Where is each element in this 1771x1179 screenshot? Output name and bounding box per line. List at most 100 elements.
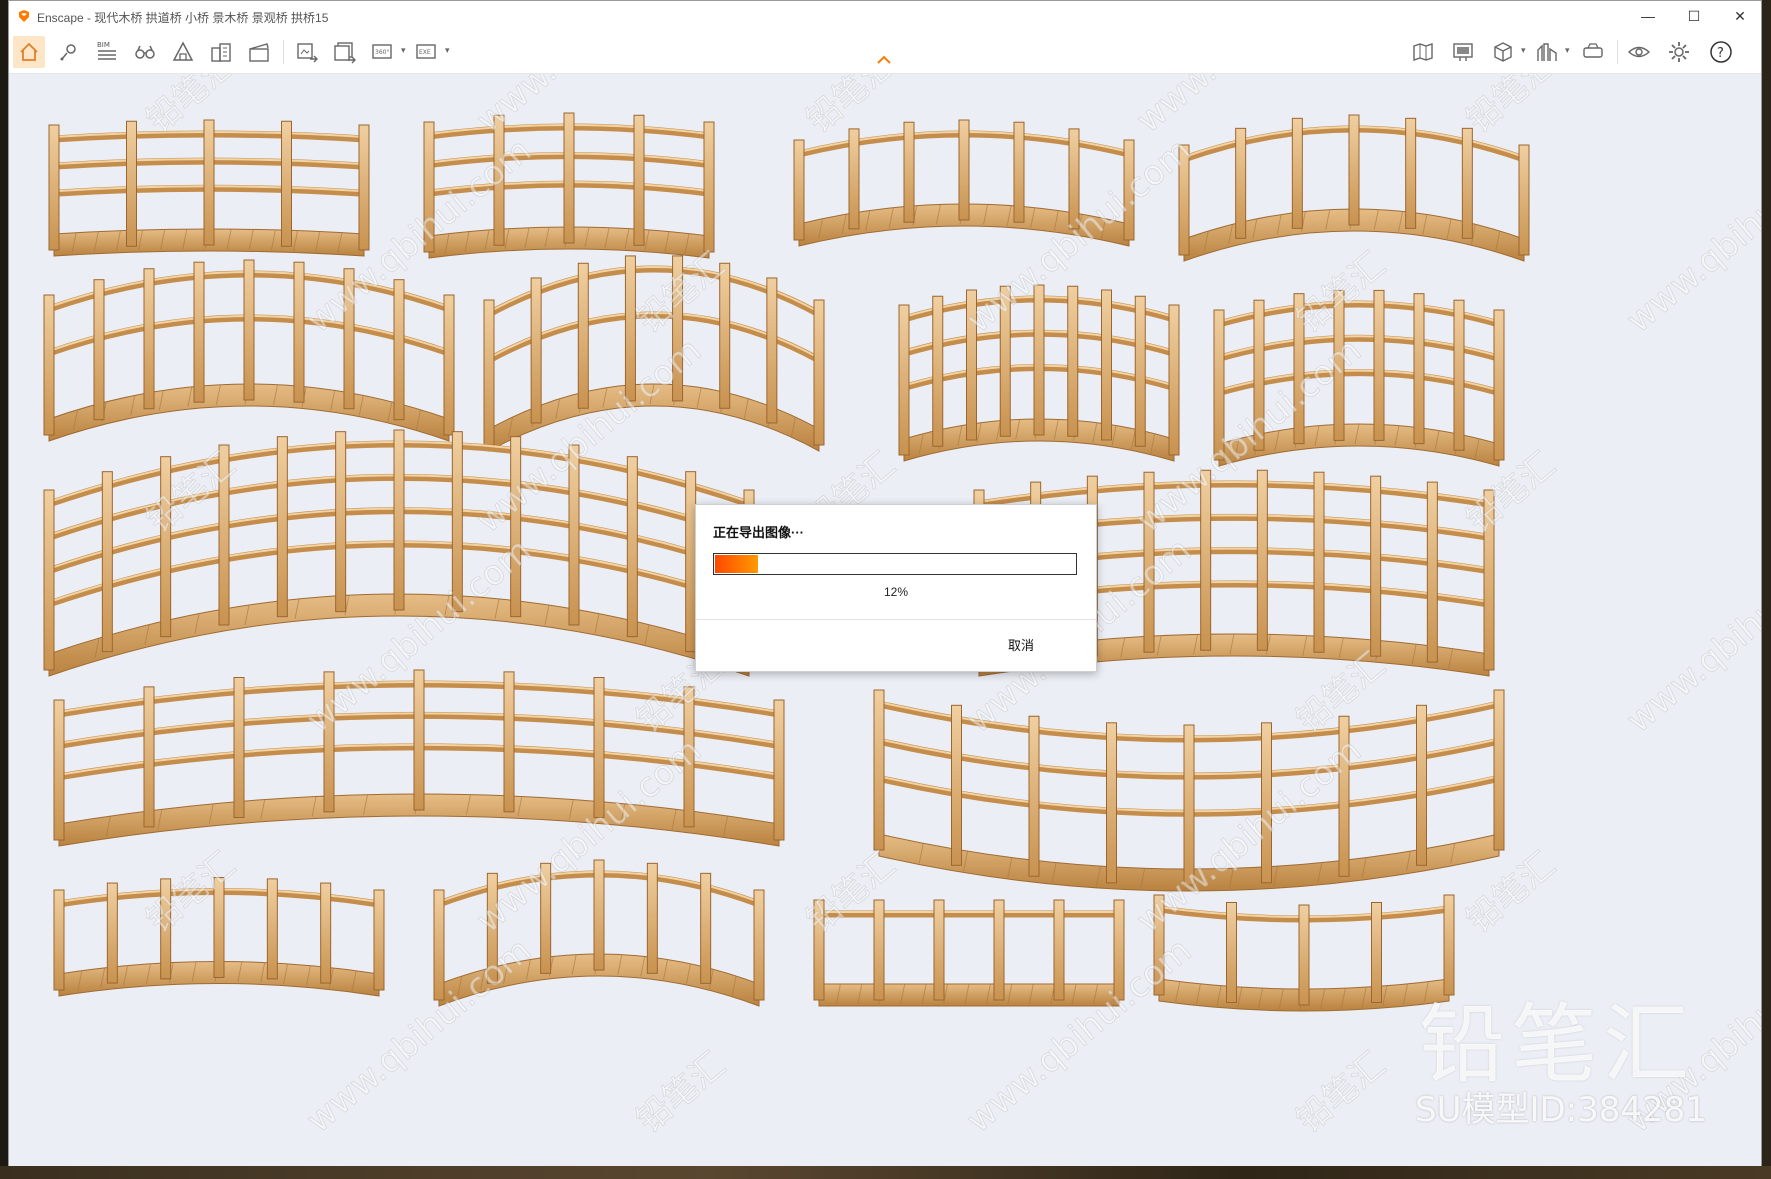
bridge-post bbox=[766, 277, 778, 424]
help-label: ? bbox=[1717, 46, 1724, 61]
bridge-post bbox=[126, 120, 137, 247]
progress-percent: 12% bbox=[883, 585, 909, 599]
exe-export-button[interactable]: EXE bbox=[411, 36, 443, 68]
bridge-model bbox=[48, 119, 370, 257]
video-editor-button[interactable] bbox=[243, 36, 275, 68]
bridge-post bbox=[443, 294, 455, 436]
views-button[interactable] bbox=[53, 36, 85, 68]
screenshot-button[interactable] bbox=[291, 36, 323, 68]
bridge-post bbox=[1291, 117, 1303, 229]
bridge-post bbox=[276, 436, 288, 618]
bridge-post bbox=[281, 120, 292, 247]
batch-render-button[interactable] bbox=[329, 36, 361, 68]
minimize-button[interactable]: — bbox=[1625, 1, 1671, 31]
panorama-button[interactable]: 360° bbox=[367, 36, 399, 68]
home-button[interactable] bbox=[13, 36, 45, 68]
exe-dropdown-icon[interactable]: ▾ bbox=[445, 45, 450, 56]
bridge-post bbox=[577, 262, 589, 409]
help-icon: ? bbox=[1710, 41, 1732, 63]
city-button[interactable] bbox=[1531, 36, 1563, 68]
cancel-button[interactable]: 取消 bbox=[1008, 635, 1034, 654]
asset-library-button[interactable] bbox=[205, 36, 237, 68]
bridge-post bbox=[1033, 284, 1045, 436]
bridge-post bbox=[903, 121, 915, 223]
bridge-post bbox=[1028, 715, 1040, 877]
bridge-post bbox=[873, 689, 885, 851]
cube-button[interactable] bbox=[1487, 36, 1519, 68]
export-progress-fill bbox=[715, 555, 759, 573]
bridge-post bbox=[335, 431, 347, 613]
bridge-model bbox=[813, 899, 1125, 1007]
bridge-post bbox=[53, 889, 65, 991]
bridge-model bbox=[483, 255, 825, 452]
close-button[interactable]: ✕ bbox=[1717, 1, 1763, 31]
bridge-post bbox=[626, 456, 638, 638]
bridge-post bbox=[563, 112, 575, 244]
bridge-post bbox=[1313, 471, 1325, 653]
bridge-post bbox=[413, 669, 425, 811]
bridge-post bbox=[1453, 299, 1465, 451]
help-button[interactable]: ? bbox=[1705, 36, 1737, 68]
bridge-post bbox=[1413, 293, 1425, 445]
bridge-post bbox=[593, 859, 605, 971]
bridge-post bbox=[193, 261, 205, 403]
atmosphere-button[interactable] bbox=[167, 36, 199, 68]
panorama-dropdown-icon[interactable]: ▾ bbox=[401, 45, 406, 56]
bridge-post bbox=[43, 294, 55, 436]
collapse-toolbar-chevron-icon[interactable] bbox=[875, 53, 893, 67]
map-button[interactable] bbox=[1407, 36, 1439, 68]
bridge-post bbox=[646, 862, 658, 974]
bridge-post bbox=[1493, 309, 1505, 461]
bridge-post bbox=[898, 304, 910, 456]
title-bar[interactable]: Enscape - 现代木桥 拱道桥 小桥 景木桥 景观桥 拱桥15 — ☐ ✕ bbox=[9, 1, 1761, 31]
cube-dropdown-icon[interactable]: ▾ bbox=[1521, 45, 1526, 56]
bridge-post bbox=[1348, 114, 1360, 226]
bridge-post bbox=[293, 261, 305, 403]
city-dropdown-icon[interactable]: ▾ bbox=[1565, 45, 1570, 56]
bridge-post bbox=[243, 259, 255, 401]
bridge-post bbox=[93, 279, 105, 421]
visibility-button[interactable] bbox=[1623, 36, 1655, 68]
bridge-post bbox=[773, 699, 785, 841]
bridge-post bbox=[932, 295, 944, 447]
binoculars-icon bbox=[135, 45, 155, 59]
dialog-divider bbox=[696, 619, 1096, 620]
bridge-post bbox=[1013, 121, 1025, 223]
export-progress-dialog: 正在导出图像··· 12% 取消 bbox=[695, 504, 1097, 672]
enscape-logo-icon bbox=[19, 10, 29, 22]
billboard-button[interactable] bbox=[1447, 36, 1479, 68]
bridge-post bbox=[1371, 902, 1382, 1003]
buildings-icon bbox=[211, 43, 231, 62]
bridge-post bbox=[233, 677, 245, 818]
bridge-post bbox=[1101, 289, 1112, 441]
bridge-post bbox=[1168, 304, 1180, 456]
bridge-post bbox=[1416, 704, 1427, 866]
bridge-post bbox=[530, 277, 542, 424]
vr-headset-button[interactable] bbox=[1577, 36, 1609, 68]
settings-button[interactable] bbox=[1663, 36, 1695, 68]
export-progress-bar bbox=[713, 553, 1077, 575]
binoculars-button[interactable] bbox=[129, 36, 161, 68]
bridge-model bbox=[43, 259, 455, 442]
enscape-window: Enscape - 现代木桥 拱道桥 小桥 景木桥 景观桥 拱桥15 — ☐ ✕… bbox=[8, 0, 1762, 1166]
bridge-post bbox=[700, 872, 712, 984]
bridge-post bbox=[1461, 127, 1473, 239]
exe-label: EXE bbox=[419, 49, 431, 56]
bridge-post bbox=[101, 471, 113, 653]
bridge-post bbox=[993, 899, 1005, 1001]
bridge-model bbox=[1153, 894, 1455, 1012]
bridge-post bbox=[1298, 904, 1310, 1006]
bridge-post bbox=[433, 889, 445, 1001]
bridge-post bbox=[358, 124, 370, 251]
bridge-post bbox=[43, 489, 55, 671]
maximize-button[interactable]: ☐ bbox=[1671, 1, 1717, 31]
bridge-post bbox=[933, 899, 945, 1001]
desktop-taskbar-strip bbox=[0, 1166, 1771, 1179]
watermark-tile-text: www.qbihui.com bbox=[1129, 730, 1369, 940]
bridge-post bbox=[813, 299, 825, 446]
bridge-post bbox=[873, 899, 885, 1001]
bim-button[interactable]: BIM bbox=[91, 36, 123, 68]
city-icon bbox=[1537, 43, 1557, 61]
exe-export-icon: EXE bbox=[416, 44, 436, 59]
bridge-post bbox=[1370, 475, 1382, 657]
